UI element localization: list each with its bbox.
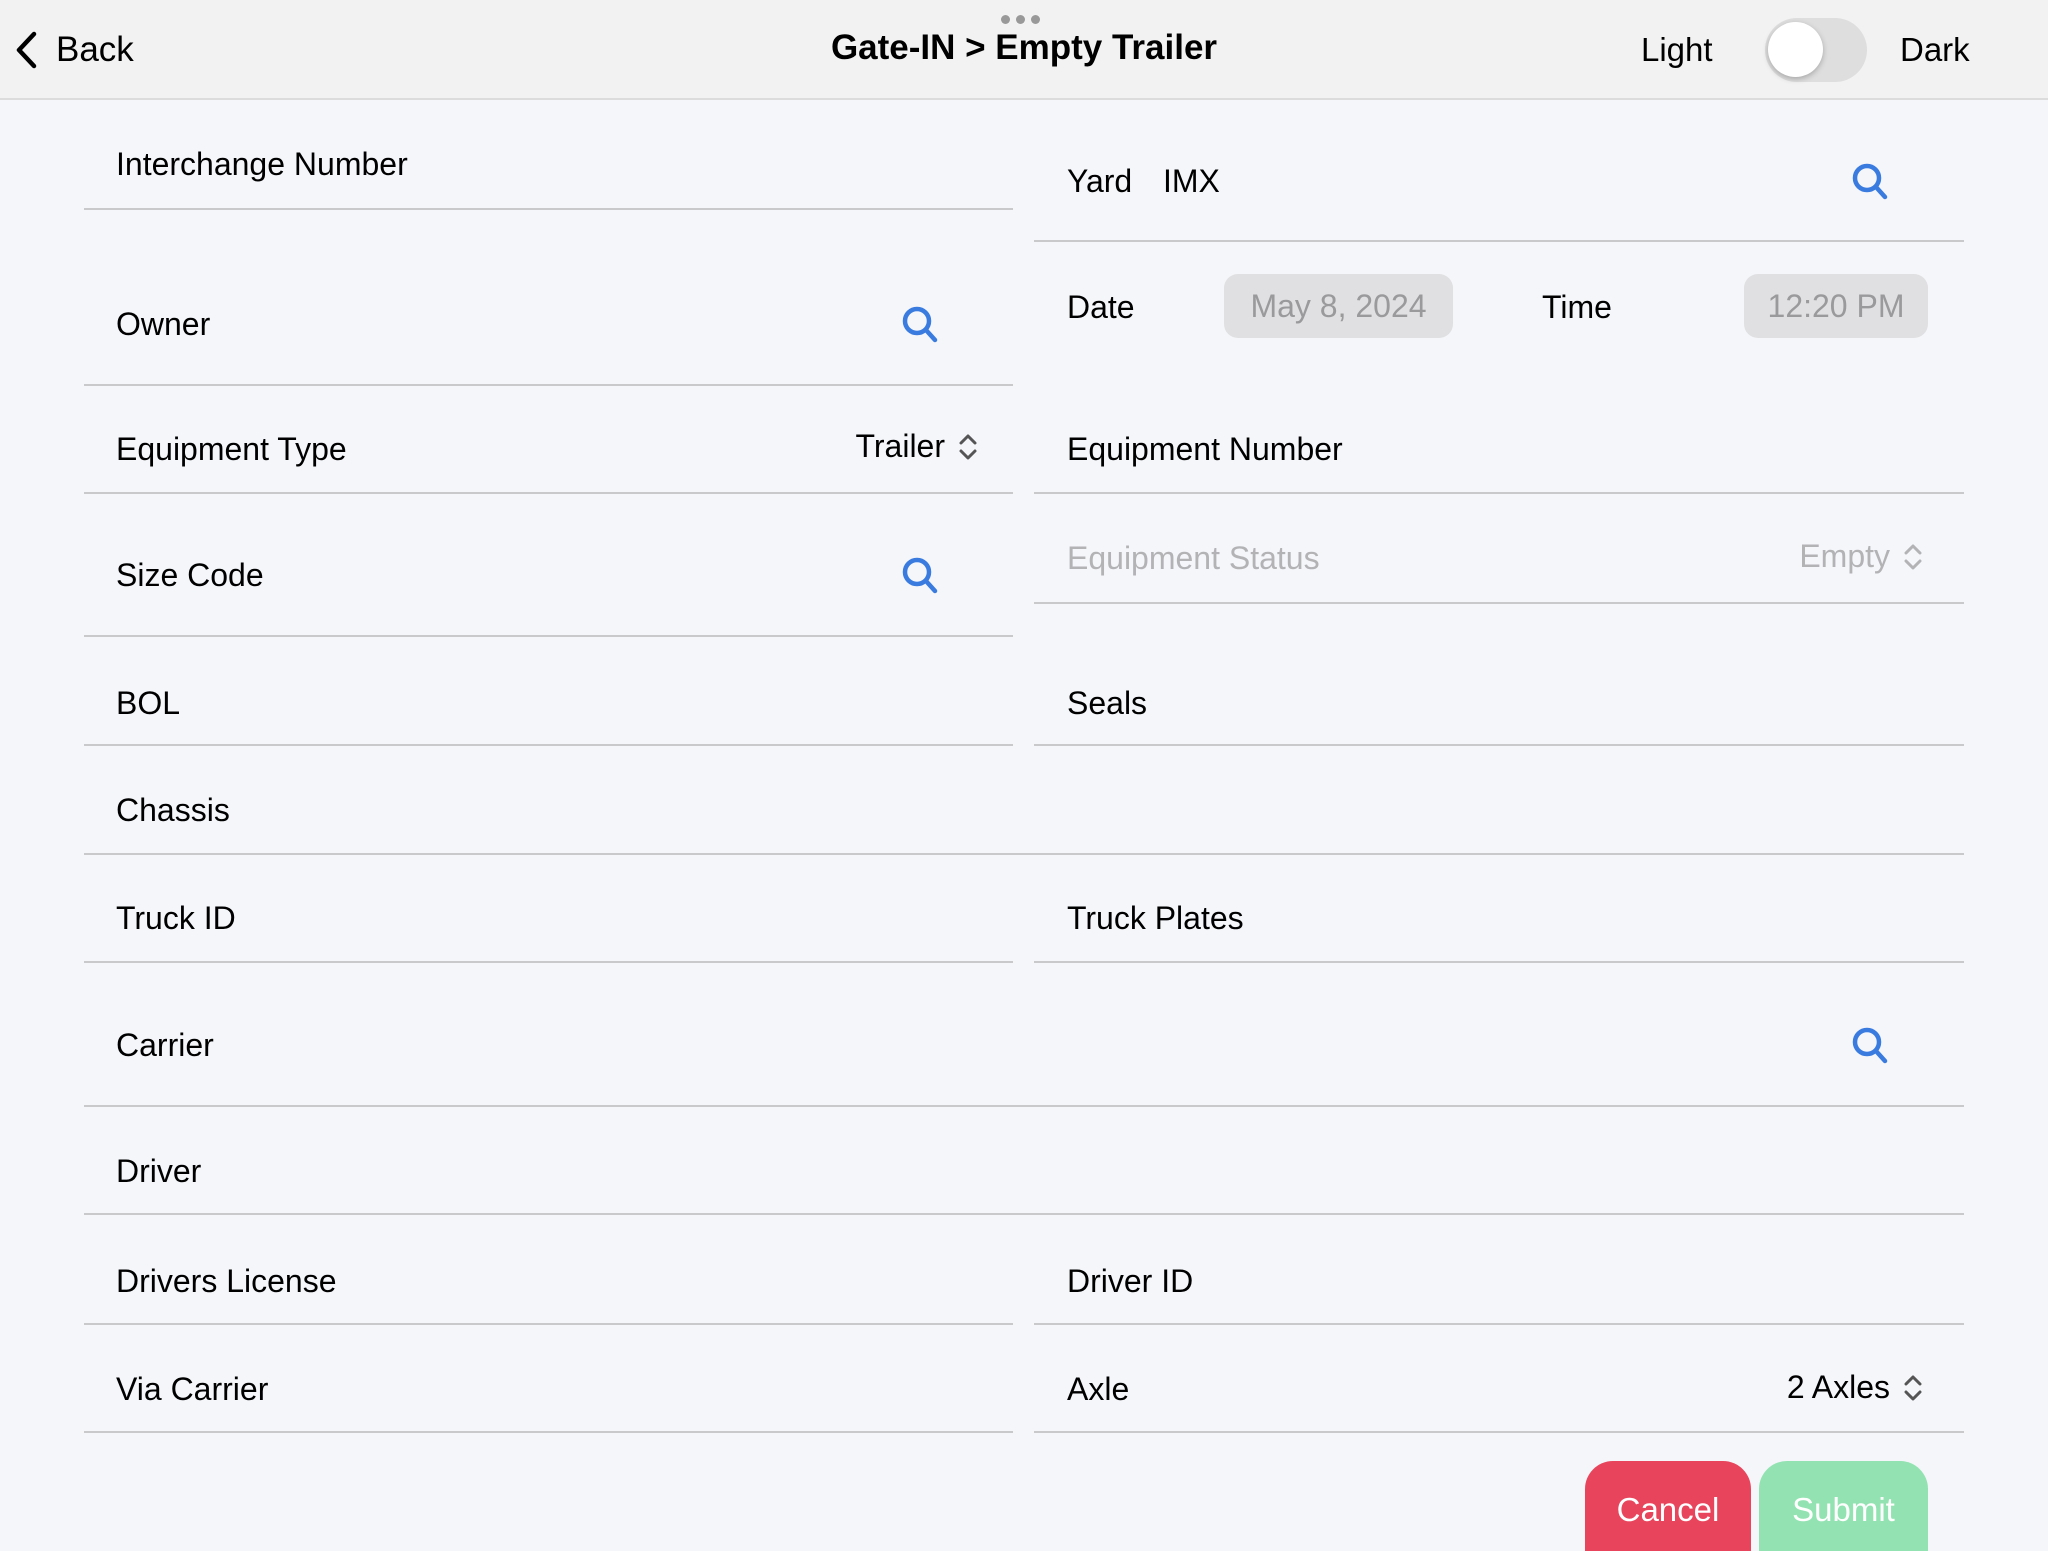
chevron-up-down-icon xyxy=(1904,544,1922,569)
equipment-number-label: Equipment Number xyxy=(1067,431,1343,467)
carrier-search-icon[interactable] xyxy=(1850,1025,1890,1065)
interchange-number-field[interactable]: Interchange Number xyxy=(84,100,1013,210)
driver-label: Driver xyxy=(116,1153,202,1189)
axle-value: 2 Axles xyxy=(1786,1369,1890,1405)
navigation-bar: Back Gate-IN > Empty Trailer Light Dark xyxy=(0,0,2048,100)
toggle-knob[interactable] xyxy=(1768,22,1823,77)
chassis-label: Chassis xyxy=(116,792,230,828)
equipment-number-field[interactable]: Equipment Number xyxy=(1034,386,1964,494)
equipment-type-select[interactable]: Trailer xyxy=(856,428,979,465)
theme-light-label: Light xyxy=(1641,31,1713,68)
via-carrier-label: Via Carrier xyxy=(116,1371,269,1407)
date-picker[interactable]: May 8, 2024 xyxy=(1224,274,1453,338)
equipment-status-field: Equipment Status Empty xyxy=(1034,494,1964,604)
equipment-type-label: Equipment Type xyxy=(116,431,347,467)
owner-label: Owner xyxy=(116,306,211,342)
drivers-license-field[interactable]: Drivers License xyxy=(84,1215,1013,1325)
driver-field[interactable]: Driver xyxy=(84,1107,1964,1215)
chassis-field[interactable]: Chassis xyxy=(84,746,1964,855)
owner-search-icon[interactable] xyxy=(900,304,940,344)
seals-field[interactable]: Seals xyxy=(1034,604,1964,746)
date-label: Date xyxy=(1067,289,1135,325)
chevron-up-down-icon xyxy=(1904,1375,1922,1400)
equipment-type-field[interactable]: Equipment Type Trailer xyxy=(84,386,1013,494)
date-time-row: Date May 8, 2024 Time 12:20 PM xyxy=(1034,242,1964,386)
time-label: Time xyxy=(1542,289,1612,325)
seals-label: Seals xyxy=(1067,685,1148,721)
driver-id-label: Driver ID xyxy=(1067,1263,1194,1299)
equipment-status-select: Empty xyxy=(1799,538,1924,575)
truck-plates-field[interactable]: Truck Plates xyxy=(1034,855,1964,963)
via-carrier-field[interactable]: Via Carrier xyxy=(84,1325,1013,1433)
theme-toggle[interactable] xyxy=(1765,18,1867,82)
bol-label: BOL xyxy=(116,685,181,721)
time-picker[interactable]: 12:20 PM xyxy=(1744,274,1928,338)
carrier-field[interactable]: Carrier xyxy=(84,963,1964,1107)
size-code-field[interactable]: Size Code xyxy=(84,494,1013,637)
more-options-icon[interactable] xyxy=(1001,15,1040,24)
cancel-button[interactable]: Cancel xyxy=(1585,1461,1751,1551)
yard-label: Yard xyxy=(1067,163,1133,199)
chevron-up-down-icon xyxy=(959,434,977,459)
interchange-number-label: Interchange Number xyxy=(116,146,408,182)
yard-value: IMX xyxy=(1163,163,1220,199)
submit-button[interactable]: Submit xyxy=(1759,1461,1928,1551)
size-code-label: Size Code xyxy=(116,557,264,593)
axle-label: Axle xyxy=(1067,1371,1130,1407)
axle-field[interactable]: Axle 2 Axles xyxy=(1034,1325,1964,1433)
truck-plates-label: Truck Plates xyxy=(1067,900,1244,936)
axle-select[interactable]: 2 Axles xyxy=(1787,1369,1924,1406)
carrier-label: Carrier xyxy=(116,1027,214,1063)
yard-search-icon[interactable] xyxy=(1850,161,1890,201)
truck-id-field[interactable]: Truck ID xyxy=(84,855,1013,963)
driver-id-field[interactable]: Driver ID xyxy=(1034,1215,1964,1325)
owner-field[interactable]: Owner xyxy=(84,210,1013,386)
drivers-license-label: Drivers License xyxy=(116,1263,337,1299)
yard-field[interactable]: Yard IMX xyxy=(1034,100,1964,242)
equipment-status-value: Empty xyxy=(1799,538,1890,574)
bol-field[interactable]: BOL xyxy=(84,637,1013,746)
page-title: Gate-IN > Empty Trailer xyxy=(830,28,1218,67)
equipment-status-label: Equipment Status xyxy=(1067,540,1320,576)
equipment-type-value: Trailer xyxy=(855,428,945,464)
theme-dark-label: Dark xyxy=(1900,31,1970,68)
truck-id-label: Truck ID xyxy=(116,900,236,936)
size-code-search-icon[interactable] xyxy=(900,555,940,595)
